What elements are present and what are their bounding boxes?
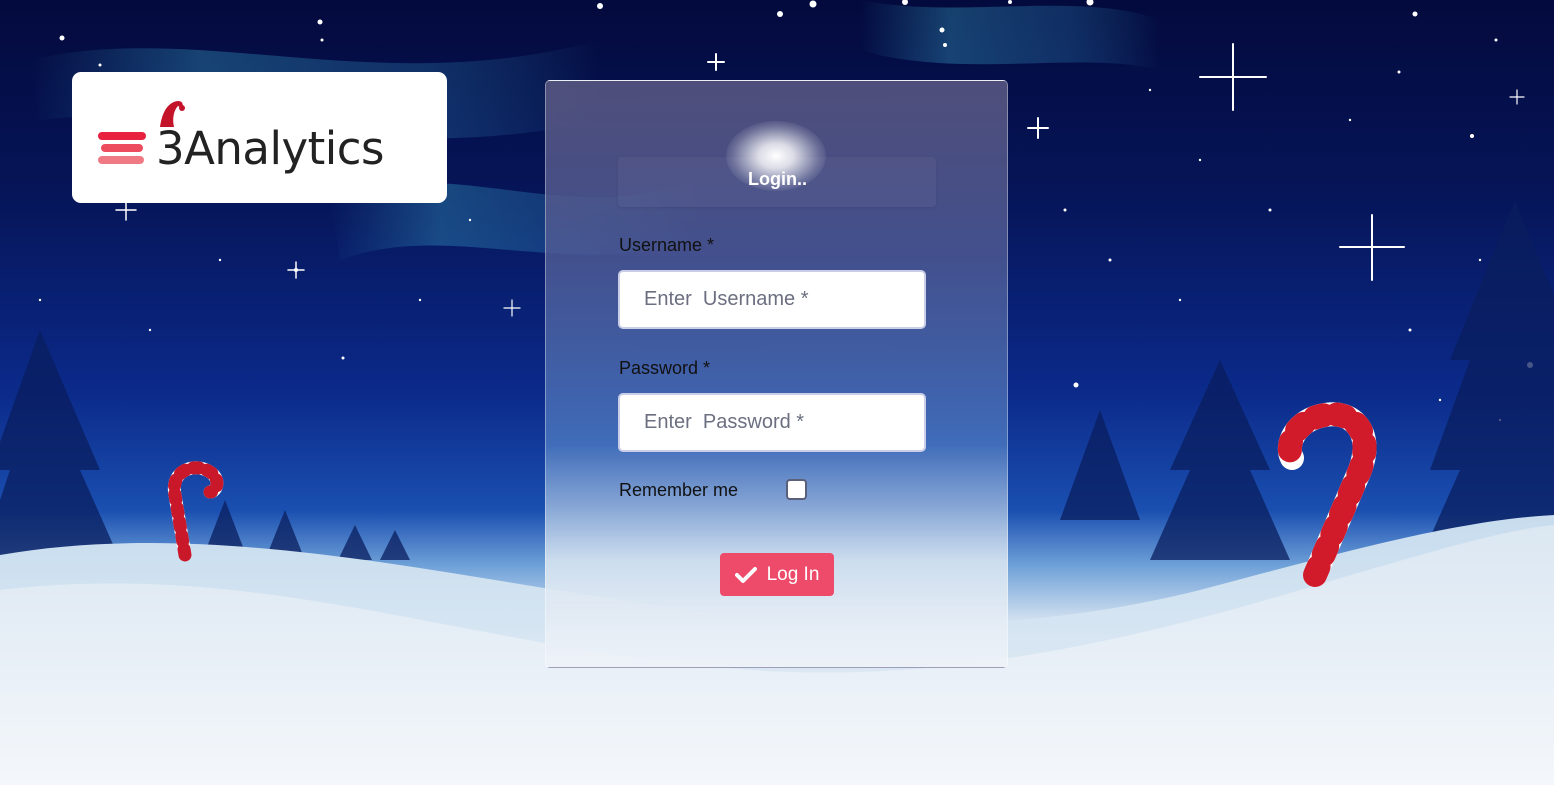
trees-right xyxy=(1060,200,1554,560)
remember-me-label: Remember me xyxy=(619,480,739,500)
login-button-label: Log In xyxy=(766,563,820,585)
aurora-ribbon xyxy=(860,0,1160,70)
username-label: Username * xyxy=(619,235,715,255)
password-input[interactable] xyxy=(618,393,926,452)
username-input[interactable] xyxy=(618,270,926,329)
login-button[interactable]: Log In xyxy=(720,553,834,596)
remember-me-checkbox[interactable] xyxy=(786,479,807,500)
brand-logo-card: 3Analytics xyxy=(72,72,447,203)
login-panel: Login.. Username * Password * Remember m… xyxy=(545,80,1008,668)
trees-left xyxy=(0,330,410,560)
logo-bars-icon xyxy=(98,132,146,168)
password-label: Password * xyxy=(619,358,711,378)
login-title: Login.. xyxy=(748,169,807,189)
check-icon xyxy=(734,566,757,583)
login-page: 3Analytics Login.. Username * Password *… xyxy=(0,0,1554,785)
brand-name: 3Analytics xyxy=(156,122,384,175)
